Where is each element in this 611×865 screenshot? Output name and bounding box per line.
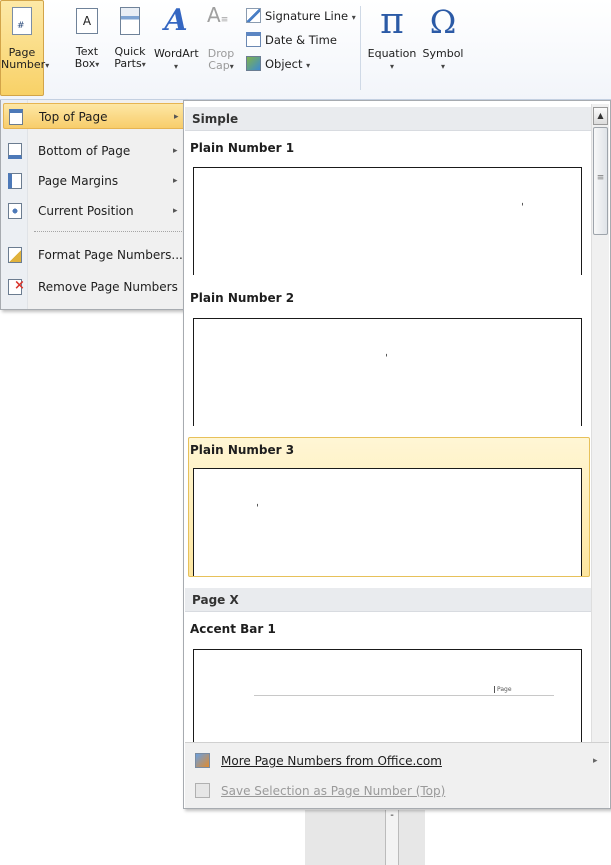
menu-item-current-position[interactable]: Current Position ▸ <box>3 198 185 224</box>
menu-item-bottom-of-page[interactable]: Bottom of Page ▸ <box>3 138 185 164</box>
signature-line-button[interactable]: Signature Line ▾ <box>246 6 356 26</box>
ribbon-group-separator <box>360 6 361 90</box>
signature-line-label: Signature Line <box>265 9 349 23</box>
save-selection-label: Save Selection as Page Number (Top) <box>221 784 446 798</box>
scroll-up-button[interactable]: ▲ <box>593 107 608 125</box>
scroll-thumb[interactable]: ≡ <box>593 127 608 235</box>
chevron-right-icon: ▸ <box>593 756 598 766</box>
page-number-mark: ˌ <box>256 497 259 508</box>
accent-bar-page-text: Page <box>494 686 512 693</box>
chevron-down-icon: ▾ <box>389 62 394 71</box>
page-number-gallery: Simple Plain Number 1 ˌ Plain Number 2 ˌ… <box>183 100 611 809</box>
wordart-icon: A <box>164 3 188 38</box>
chevron-right-icon: ▸ <box>173 206 178 216</box>
gallery-item-title: Plain Number 1 <box>190 141 295 155</box>
menu-item-format-page-numbers[interactable]: Format Page Numbers... <box>3 242 185 268</box>
document-scrollbar[interactable]: - <box>385 810 399 865</box>
object-label: Object <box>265 57 303 71</box>
drop-cap-icon: A≡ <box>207 3 229 27</box>
chevron-down-icon: ▾ <box>95 60 100 69</box>
calendar-icon <box>246 32 261 47</box>
date-time-button[interactable]: Date & Time <box>246 30 337 50</box>
menu-item-remove-page-numbers[interactable]: × Remove Page Numbers <box>3 274 185 300</box>
menu-item-label: Bottom of Page <box>38 144 131 158</box>
current-position-icon <box>8 203 22 219</box>
more-page-numbers-link[interactable]: More Page Numbers from Office.com ▸ <box>185 747 609 775</box>
chevron-right-icon: ▸ <box>173 176 178 186</box>
equation-label: Equation <box>367 47 417 60</box>
menu-item-page-margins[interactable]: Page Margins ▸ <box>3 168 185 194</box>
chevron-right-icon: ▸ <box>173 146 178 156</box>
object-button[interactable]: Object ▾ <box>246 54 310 74</box>
quick-parts-label-2: Parts <box>114 57 142 70</box>
quick-parts-icon <box>120 7 140 35</box>
gallery-section-header: Simple <box>185 107 591 131</box>
gallery-item-title: Plain Number 3 <box>190 443 295 457</box>
date-time-label: Date & Time <box>265 33 337 47</box>
more-page-numbers-label: More Page Numbers from Office.com <box>221 754 442 768</box>
save-selection-icon <box>195 783 210 798</box>
document-background <box>305 810 425 865</box>
page-number-icon: # <box>12 7 32 35</box>
pi-icon: π <box>380 1 404 42</box>
equation-button[interactable]: π Equation ▾ <box>366 2 418 94</box>
menu-item-label: Page Margins <box>38 174 119 188</box>
gallery-item-plain-number-3[interactable]: ˌ <box>193 468 582 576</box>
page-number-mark: ˌ <box>521 196 524 207</box>
gallery-item-title: Plain Number 2 <box>190 291 295 305</box>
save-selection-button[interactable]: Save Selection as Page Number (Top) <box>185 777 609 805</box>
chevron-down-icon: ▾ <box>351 13 356 22</box>
symbol-label: Symbol <box>422 47 464 60</box>
top-of-page-icon <box>9 109 23 125</box>
chevron-down-icon: ▾ <box>45 61 50 70</box>
menu-item-label: Remove Page Numbers <box>38 280 178 294</box>
wordart-button[interactable]: A WordArt ▾ <box>154 2 199 94</box>
chevron-down-icon: ▾ <box>229 62 234 71</box>
page-number-mark: ˌ <box>385 347 388 358</box>
menu-item-label: Top of Page <box>39 110 108 124</box>
chevron-right-icon: ▸ <box>174 112 179 122</box>
menu-item-top-of-page[interactable]: Top of Page ▸ <box>3 103 185 129</box>
gallery-item-title: Accent Bar 1 <box>190 622 276 636</box>
chevron-down-icon: ▾ <box>440 62 445 71</box>
accent-bar-line <box>254 695 554 696</box>
ribbon-insert-tab: # Page Number▾ A Text Box▾ Quick Parts▾ … <box>0 0 611 100</box>
gallery-section-header: Page X <box>185 588 591 612</box>
chevron-down-icon: ▾ <box>306 61 311 70</box>
signature-line-icon <box>246 8 261 23</box>
menu-item-label: Format Page Numbers... <box>38 248 183 262</box>
menu-divider <box>34 231 182 232</box>
chevron-down-icon: ▾ <box>173 62 178 71</box>
drop-cap-label-2: Cap <box>208 59 230 72</box>
gallery-item-plain-number-1[interactable]: ˌ <box>193 167 582 275</box>
gallery-footer: More Page Numbers from Office.com ▸ Save… <box>185 742 609 808</box>
document-area <box>0 310 183 865</box>
object-icon <box>246 56 261 71</box>
gallery-item-accent-bar-1[interactable]: Page <box>193 649 582 743</box>
page-number-label-2: Number <box>1 58 46 71</box>
menu-item-label: Current Position <box>38 204 134 218</box>
page-margins-icon <box>8 173 22 189</box>
quick-parts-button[interactable]: Quick Parts▾ <box>110 2 150 94</box>
chevron-down-icon: ▾ <box>141 60 146 69</box>
text-box-label-2: Box <box>74 57 96 70</box>
text-box-button[interactable]: A Text Box▾ <box>70 2 104 94</box>
page-number-menu: Top of Page ▸ Bottom of Page ▸ Page Marg… <box>0 100 186 310</box>
gallery-item-plain-number-2[interactable]: ˌ <box>193 318 582 426</box>
symbol-button[interactable]: Ω Symbol ▾ <box>420 2 466 94</box>
page-number-button[interactable]: # Page Number▾ <box>0 0 49 96</box>
wordart-label: WordArt <box>154 47 199 60</box>
gallery-scrollbar[interactable]: ▲ ≡ ▼ <box>591 104 609 770</box>
remove-page-numbers-icon: × <box>8 278 25 295</box>
drop-cap-button[interactable]: A≡ Drop Cap▾ <box>202 2 240 94</box>
text-box-icon: A <box>76 8 98 34</box>
omega-icon: Ω <box>429 3 457 41</box>
bottom-of-page-icon <box>8 143 22 159</box>
office-online-icon <box>195 753 210 768</box>
format-page-numbers-icon <box>8 247 22 263</box>
